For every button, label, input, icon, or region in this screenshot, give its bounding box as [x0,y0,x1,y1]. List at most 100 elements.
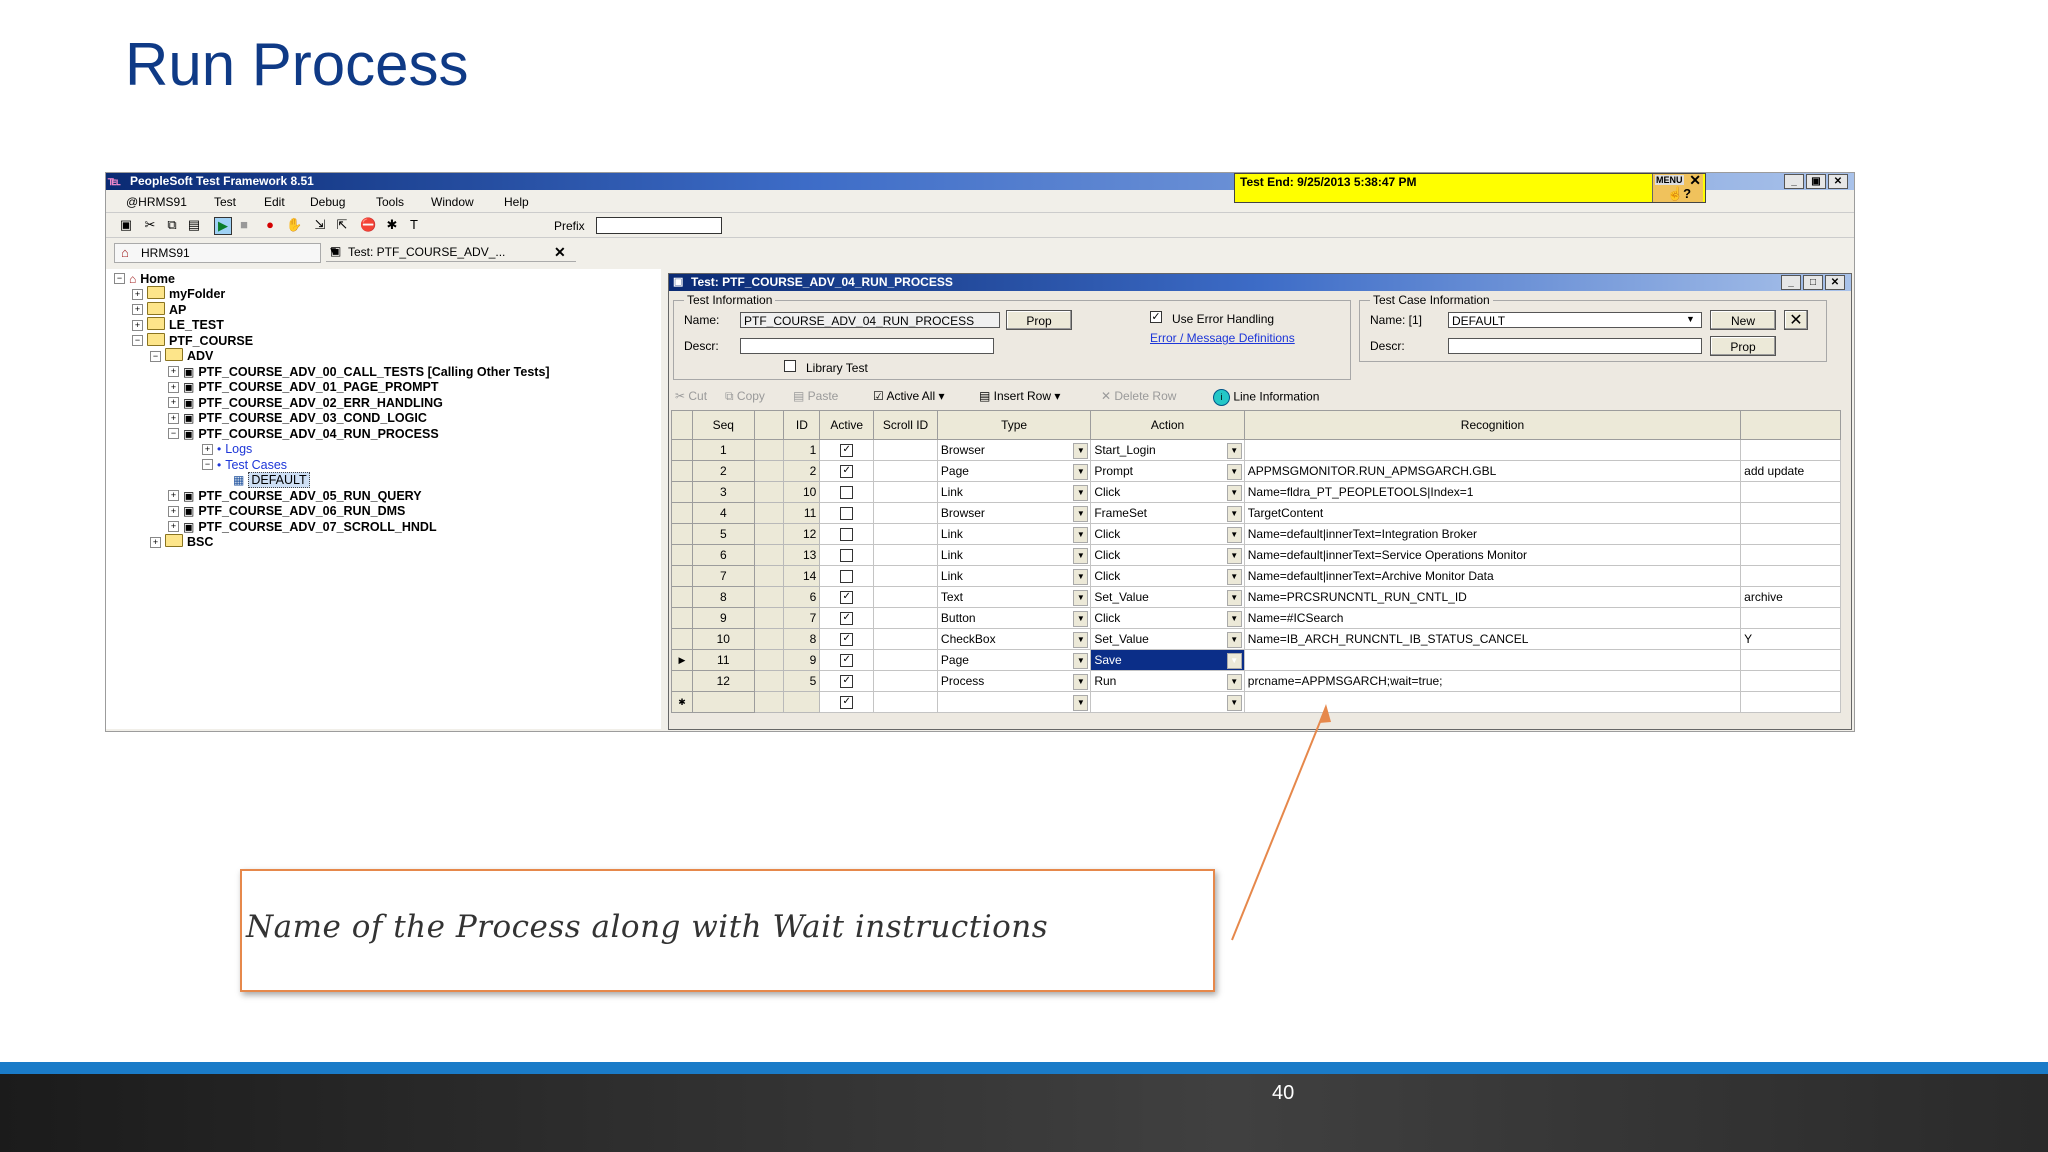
table-row[interactable]: 7 14 Link ▼ Click ▼ Name=default|innerText=Arc… [671,565,1841,587]
cell-parameters[interactable] [1740,691,1841,713]
tree-item[interactable]: + ▣ PTF_COURSE_ADV_05_RUN_QUERY [168,488,422,503]
tree-item[interactable]: − ADV [150,348,213,364]
test-minimize-button[interactable]: _ [1781,275,1801,290]
chevron-down-icon[interactable]: ▼ [1226,653,1242,669]
expand-icon[interactable]: + [132,288,143,300]
expand-icon[interactable]: + [168,381,179,393]
row-marker[interactable] [671,502,693,524]
cell-action[interactable]: Set_Value ▼ [1090,586,1245,608]
cell-recognition[interactable]: prcname=APPMSGARCH;wait=true; [1243,670,1742,692]
menu-tools[interactable]: Tools [376,195,404,209]
chevron-down-icon[interactable]: ▼ [1226,464,1242,480]
tree-item[interactable]: + ▣ PTF_COURSE_ADV_06_RUN_DMS [168,504,405,519]
cell-action[interactable]: Click ▼ [1090,481,1245,503]
tree-item[interactable]: + myFolder [132,286,225,302]
table-row[interactable]: 9 7 ✓ Button ▼ Click ▼ Name=#ICSearch [671,607,1841,629]
row-marker[interactable] [671,607,693,629]
tree-item[interactable]: + • Logs [202,442,252,457]
breakpoint-icon[interactable]: ✱ [384,217,400,233]
tree-item[interactable]: + ▣ PTF_COURSE_ADV_03_COND_LOGIC [168,411,427,426]
cell-action[interactable]: Click ▼ [1090,607,1245,629]
collapse-icon[interactable]: − [150,350,161,362]
collapse-icon[interactable]: − [202,459,213,470]
cut-icon[interactable]: ✂ [142,217,158,233]
row-marker[interactable] [671,481,693,503]
cell-parameters[interactable] [1740,502,1841,524]
cell-active[interactable]: ✓ [819,439,875,461]
expand-icon[interactable]: + [168,521,179,532]
cell-action[interactable]: Click ▼ [1090,565,1245,587]
row-marker[interactable] [671,586,693,608]
cell-active[interactable]: ✓ [819,649,875,671]
step-into-icon[interactable]: ⇲ [312,217,328,233]
prefix-input[interactable] [596,217,722,234]
chevron-down-icon[interactable]: ▼ [1073,464,1089,480]
copy-button[interactable]: ⧉ Copy [725,389,765,404]
row-marker[interactable] [671,523,693,545]
expand-icon[interactable]: + [202,443,213,455]
cell-parameters[interactable] [1740,649,1841,671]
expand-icon[interactable]: + [132,319,143,331]
cell-scroll-id[interactable] [873,691,938,713]
step-over-icon[interactable]: ⇱ [334,217,350,233]
cell-recognition[interactable]: Name=default|innerText=Archive Monitor D… [1243,565,1742,587]
cell-action[interactable]: Run ▼ [1090,670,1245,692]
chevron-down-icon[interactable]: ▼ [1073,695,1089,711]
cell-recognition[interactable] [1243,691,1742,713]
cell-parameters[interactable] [1740,607,1841,629]
cell-active[interactable] [819,565,875,587]
cell-type[interactable]: Link ▼ [936,565,1092,587]
chevron-down-icon[interactable]: ▼ [1686,314,1695,324]
cell-type[interactable]: Page ▼ [936,460,1092,482]
cell-scroll-id[interactable] [873,502,938,524]
table-row[interactable]: 8 6 ✓ Text ▼ Set_Value ▼ Name=PRCSRUNCNTL_RUN_C… [671,586,1841,608]
delete-row-button[interactable]: ✕ Delete Row [1101,389,1176,403]
row-marker[interactable] [671,544,693,566]
chevron-down-icon[interactable]: ▼ [1073,506,1089,522]
row-marker[interactable] [671,670,693,692]
cell-action[interactable]: FrameSet ▼ [1090,502,1245,524]
active-checkbox[interactable] [840,528,854,542]
chevron-down-icon[interactable]: ▼ [1226,485,1242,501]
environment-selector[interactable]: ⌂ HRMS91 ▼ [114,243,338,263]
cell-scroll-id[interactable] [873,670,938,692]
line-information-button[interactable]: i Line Information [1213,389,1319,406]
expand-icon[interactable]: + [150,536,161,548]
cell-scroll-id[interactable] [873,565,938,587]
cell-recognition[interactable] [1243,439,1742,461]
paste-icon[interactable]: ▤ [186,217,202,233]
chevron-down-icon[interactable]: ▼ [1226,527,1242,543]
collapse-icon[interactable]: − [114,273,125,284]
cell-type[interactable]: Browser ▼ [936,439,1092,461]
active-checkbox[interactable]: ✓ [840,633,854,647]
table-row[interactable]: ✱ ✓ ▼ ▼ [671,691,1841,713]
tree-item[interactable]: + ▣ PTF_COURSE_ADV_02_ERR_HANDLING [168,395,443,410]
cell-scroll-id[interactable] [873,481,938,503]
chevron-down-icon[interactable]: ▼ [1226,695,1242,711]
cell-active[interactable] [819,544,875,566]
test-prop-button[interactable]: Prop [1006,310,1072,330]
menu-test[interactable]: Test [214,195,236,209]
table-row[interactable]: 2 2 ✓ Page ▼ Prompt ▼ APPMSGMONITOR.RUN_APMSGAR… [671,460,1841,482]
chevron-down-icon[interactable]: ▼ [1073,653,1089,669]
chevron-down-icon[interactable]: ▼ [1226,506,1242,522]
tab-close-icon[interactable]: ✕ [554,244,566,261]
chevron-down-icon[interactable]: ▼ [1073,548,1089,564]
case-prop-button[interactable]: Prop [1710,336,1776,356]
test-descr-field[interactable] [740,338,994,354]
cell-type[interactable]: Link ▼ [936,481,1092,503]
tree-item[interactable]: + ▣ PTF_COURSE_ADV_07_SCROLL_HNDL [168,519,437,534]
tree-item[interactable]: − ⌂ Home [114,271,175,286]
cell-recognition[interactable]: Name=#ICSearch [1243,607,1742,629]
table-row[interactable]: 6 13 Link ▼ Click ▼ Name=default|innerText=Ser… [671,544,1841,566]
cell-recognition[interactable]: Name=fldra_PT_PEOPLETOOLS|Index=1 [1243,481,1742,503]
help-pointer-icon[interactable]: ☝? [1667,186,1691,202]
cell-type[interactable]: Browser ▼ [936,502,1092,524]
expand-icon[interactable]: + [132,304,143,315]
col-parameters[interactable] [1740,410,1841,440]
cell-active[interactable]: ✓ [819,460,875,482]
cell-action[interactable]: Set_Value ▼ [1090,628,1245,650]
cell-scroll-id[interactable] [873,523,938,545]
cell-scroll-id[interactable] [873,544,938,566]
cell-parameters[interactable] [1740,523,1841,545]
